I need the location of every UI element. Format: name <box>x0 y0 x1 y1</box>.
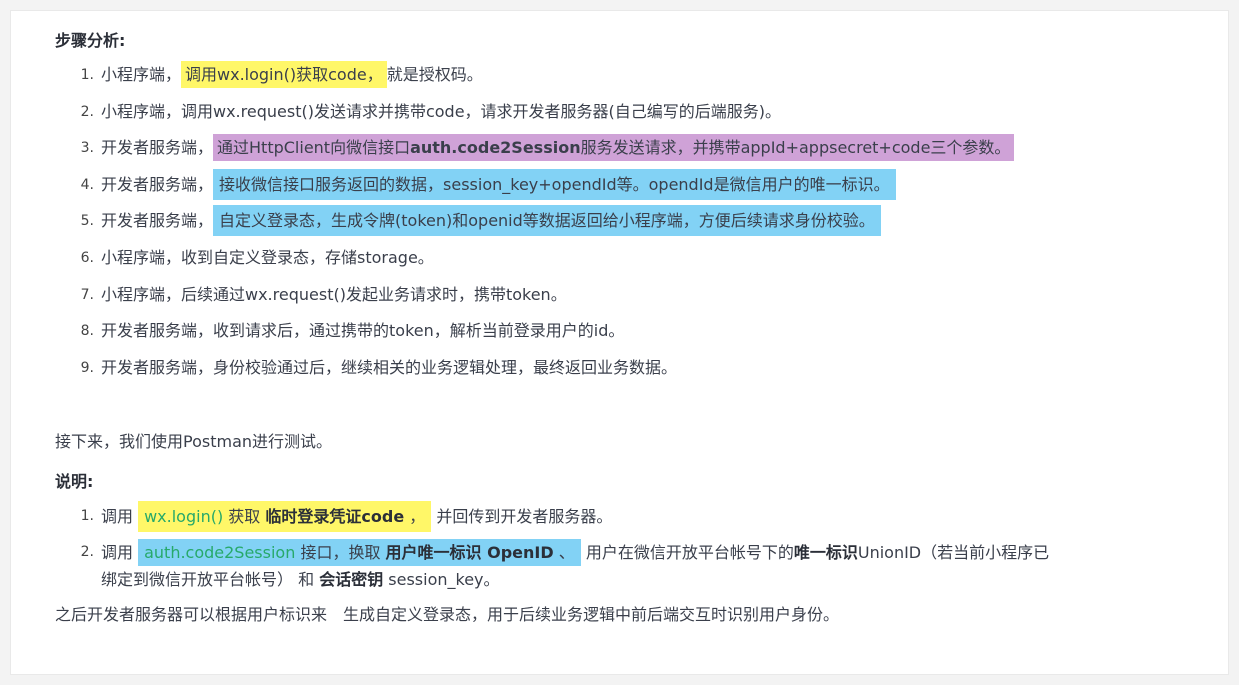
notes-heading: 说明: <box>55 472 94 492</box>
highlight-purple: 通过HttpClient向微信接口auth.code2Session服务发送请求… <box>213 134 1015 162</box>
article-card: 步骤分析: 1. 小程序端， 调用wx.login()获取code， 就是授权码。 2… <box>10 10 1229 675</box>
steps-list: 1. 小程序端， 调用wx.login()获取code， 就是授权码。 2. 小程序端，… <box>55 57 1205 386</box>
highlight-blue: auth.code2Session 接口，换取 用户唯一标识 OpenID 、 <box>138 539 581 567</box>
list-item: 9. 开发者服务端，身份校验通过后，继续相关的业务逻辑处理，最终返回业务数据。 <box>80 357 678 377</box>
highlight-yellow: wx.login() 获取 临时登录凭证code ， <box>138 501 432 533</box>
list-item: 4. 开发者服务端， 接收微信接口服务返回的数据，session_key+opend… <box>81 167 1205 204</box>
list-item: 1. 调用 wx.login() 获取 临时登录凭证code ， 并回传到开发者服… <box>81 498 1205 535</box>
list-item: 1. 小程序端， 调用wx.login()获取code， 就是授权码。 <box>81 57 1205 94</box>
list-item: 7. 小程序端，后续通过wx.request()发起业务请求时，携带token。 <box>80 284 567 304</box>
steps-heading: 步骤分析: <box>55 31 126 50</box>
list-item: 6. 小程序端，收到自定义登录态，存储storage。 <box>80 247 434 267</box>
code-text: auth.code2Session <box>144 543 296 563</box>
outro-text: 之后开发者服务器可以根据用户标识来 生成自定义登录态，用于后续业务逻辑中前后端交… <box>55 605 840 625</box>
highlight-blue: 接收微信接口服务返回的数据，session_key+opendId等。opend… <box>213 168 896 200</box>
list-item: 8. 开发者服务端，收到请求后，通过携带的token，解析当前登录用户的id。 <box>80 321 625 341</box>
notes-list: 1. 调用 wx.login() 获取 临时登录凭证code ， 并回传到开发者服… <box>55 498 1205 593</box>
article-content: 步骤分析: 1. 小程序端， 调用wx.login()获取code， 就是授权码。 2… <box>55 25 1205 631</box>
highlight-blue: 自定义登录态，生成令牌(token)和openid等数据返回给小程序端，方便后续… <box>213 205 881 237</box>
list-item: 2. 调用 auth.code2Session 接口，换取 用户唯一标识 Open… <box>81 535 1051 593</box>
intro-text: 接下来，我们使用Postman进行测试。 <box>55 432 333 452</box>
list-item: 5. 开发者服务端， 自定义登录态，生成令牌(token)和openid等数据返回给… <box>81 203 1205 240</box>
list-item: 2. 小程序端，调用wx.request()发送请求并携带code，请求开发者服务… <box>80 101 782 121</box>
code-text: wx.login() <box>144 507 224 527</box>
list-item: 3. 开发者服务端， 通过HttpClient向微信接口auth.code2Sess… <box>81 130 1205 167</box>
highlight-yellow: 调用wx.login()获取code， <box>181 61 387 88</box>
